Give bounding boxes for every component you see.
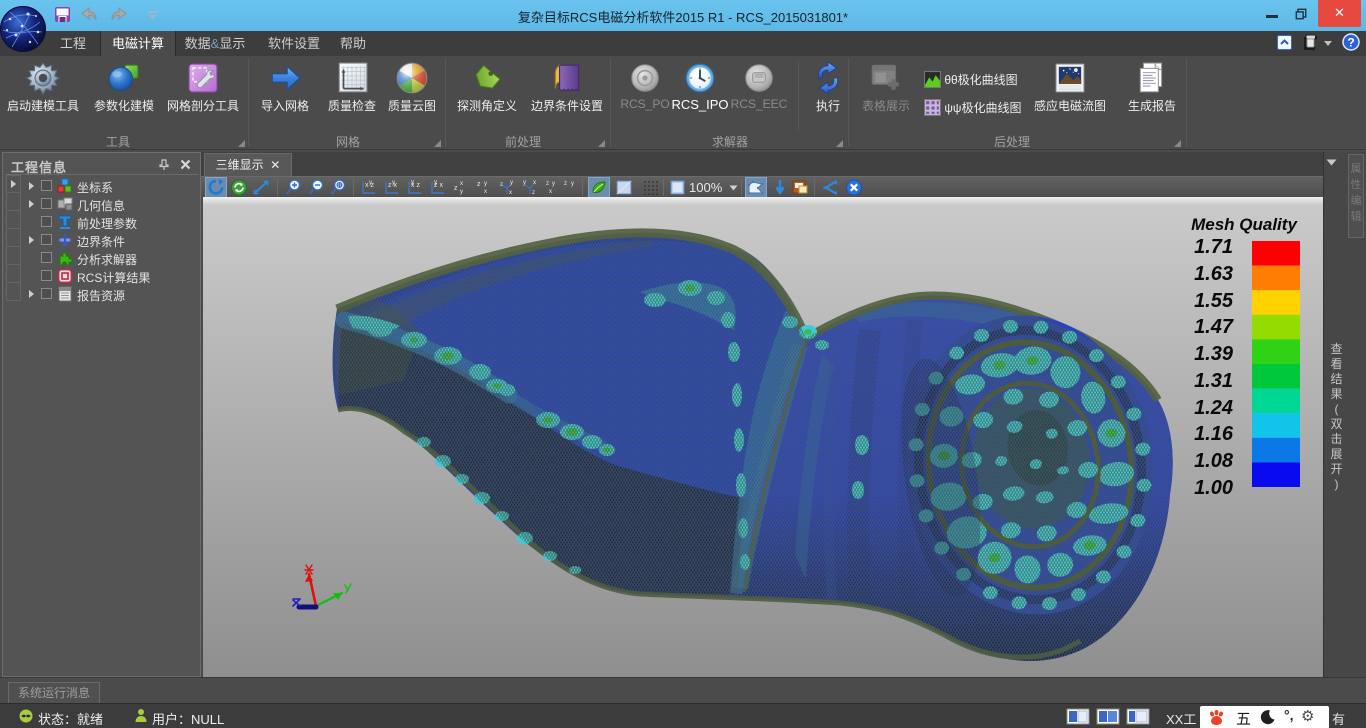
svg-text:Mesh Quality: Mesh Quality	[1191, 215, 1298, 234]
svg-text:y: y	[552, 181, 555, 187]
svg-text:z: z	[564, 181, 567, 187]
svg-text:x: x	[460, 181, 463, 187]
svg-text:y: y	[460, 189, 463, 195]
svg-text:y: y	[510, 180, 513, 186]
svg-text:x: x	[549, 189, 552, 195]
svg-text:1.00: 1.00	[1194, 477, 1233, 499]
svg-text:x: x	[484, 189, 487, 195]
svg-text:1.16: 1.16	[1194, 423, 1234, 445]
svg-text:z: z	[454, 185, 458, 192]
svg-text:x: x	[533, 180, 536, 186]
svg-text:z: z	[546, 181, 549, 187]
svg-text:z: z	[532, 190, 535, 196]
svg-text:1.55: 1.55	[1194, 290, 1234, 312]
svg-text:y: y	[523, 180, 526, 186]
svg-text:y: y	[369, 180, 372, 186]
svg-text:y: y	[434, 180, 437, 186]
svg-text:z: z	[477, 181, 481, 188]
svg-text:1.39: 1.39	[1194, 343, 1234, 365]
svg-text:1.08: 1.08	[1194, 450, 1234, 472]
svg-text:1.31: 1.31	[1194, 370, 1233, 392]
svg-text:?: ?	[1347, 36, 1354, 50]
svg-text:1.63: 1.63	[1194, 263, 1233, 285]
svg-text:1.24: 1.24	[1194, 397, 1233, 419]
svg-text:1.47: 1.47	[1194, 316, 1234, 338]
svg-text:y: y	[484, 181, 487, 187]
svg-text:z: z	[500, 182, 503, 188]
svg-text:1.71: 1.71	[1194, 236, 1233, 258]
svg-text:x: x	[509, 190, 512, 196]
svg-text:y: y	[392, 180, 395, 186]
svg-text:y: y	[571, 181, 574, 187]
svg-text:y: y	[411, 180, 414, 186]
